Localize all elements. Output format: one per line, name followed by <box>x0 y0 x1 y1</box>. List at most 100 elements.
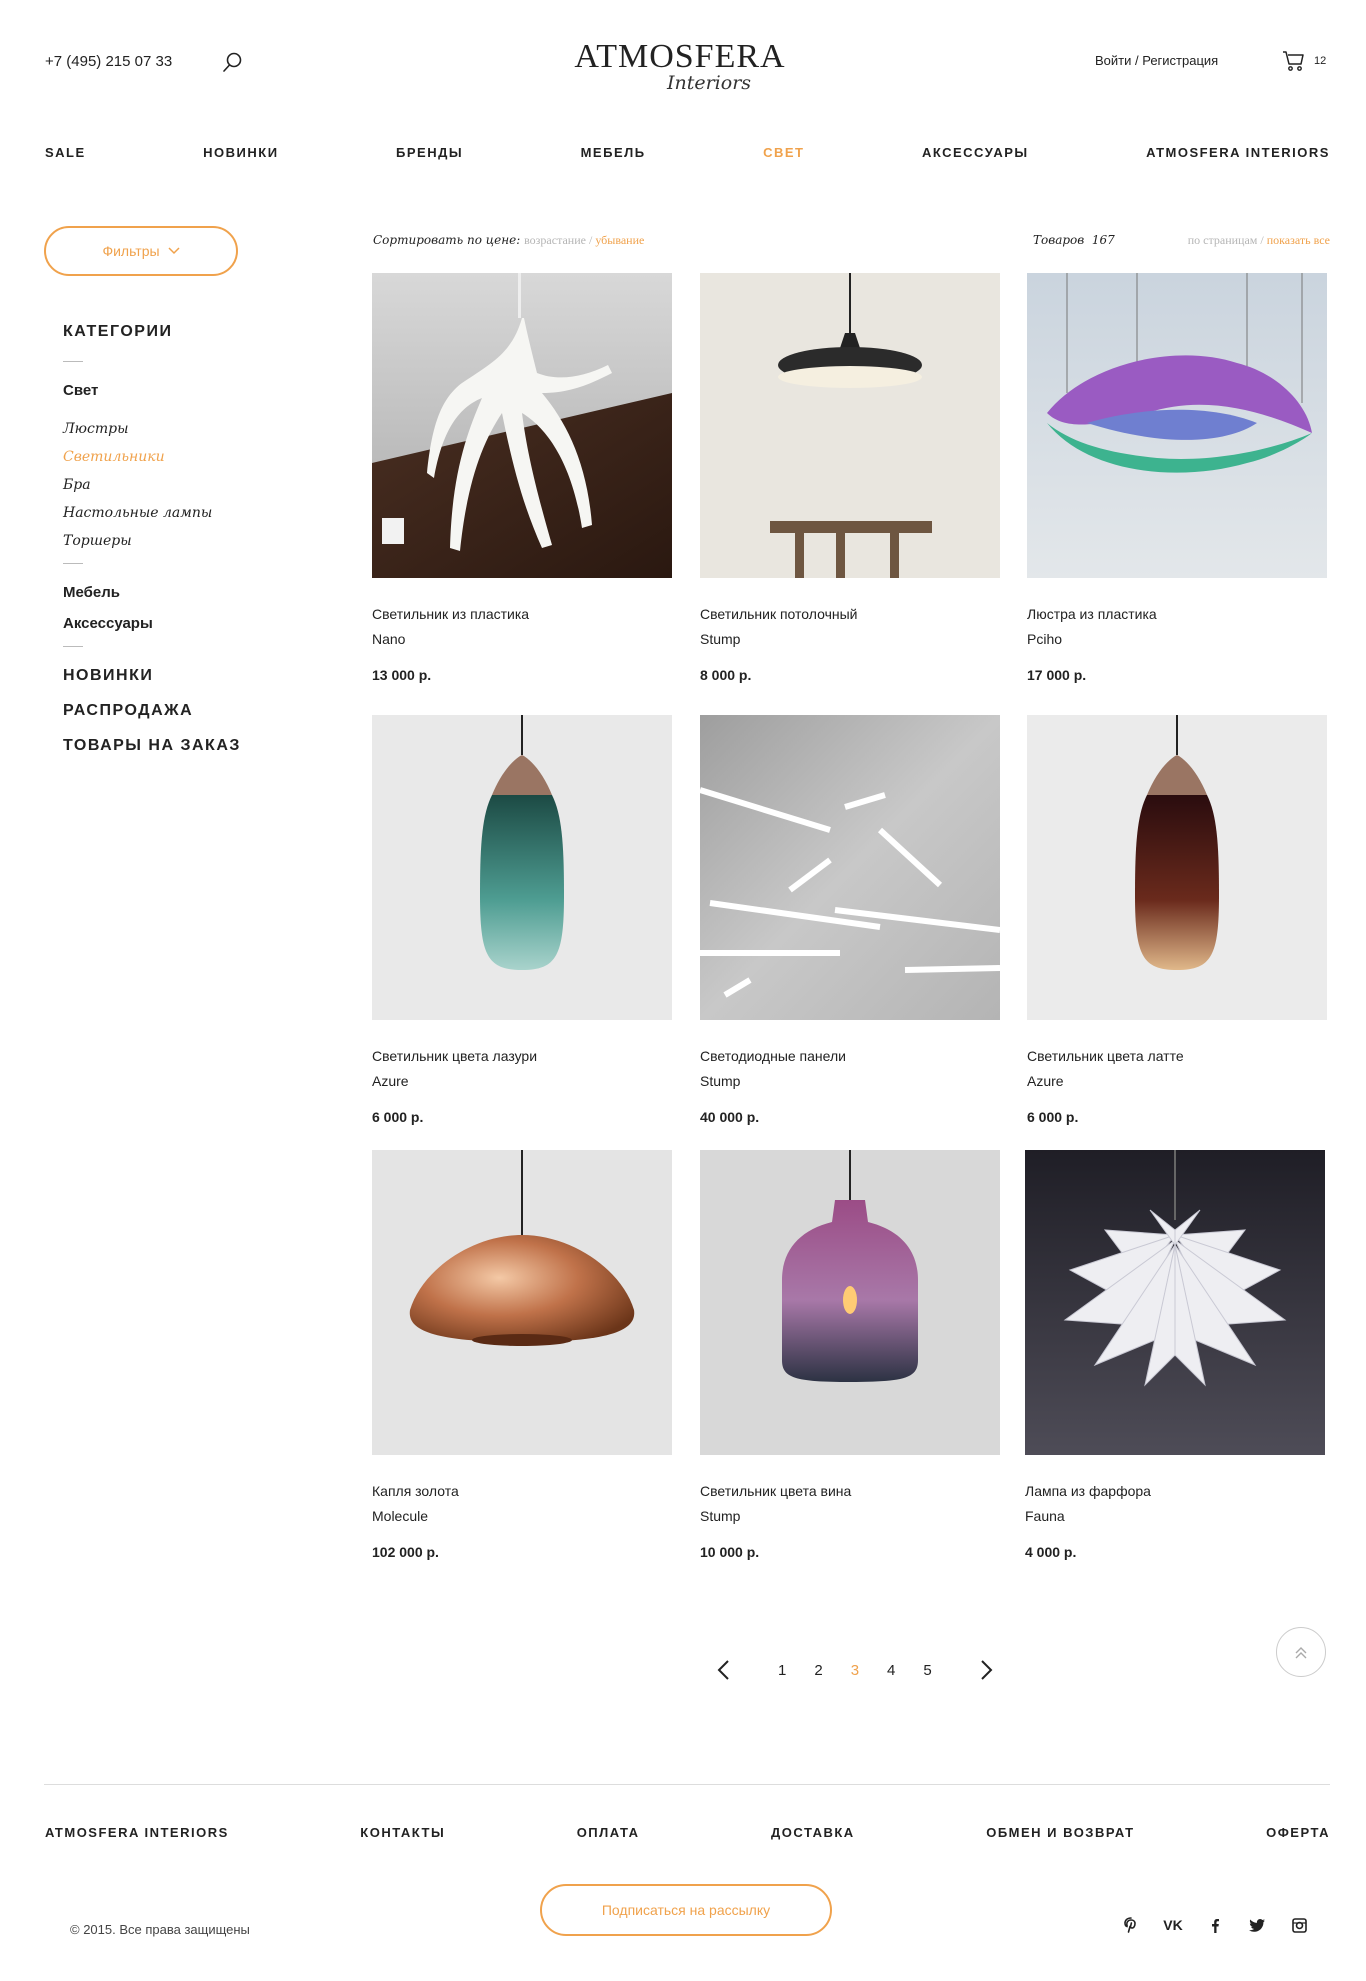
product-brand[interactable]: Stump <box>700 1508 1000 1524</box>
product-brand[interactable]: Nano <box>372 631 672 647</box>
product-card[interactable]: Светильник цвета лазури Azure 6 000 р. <box>372 715 672 1125</box>
logo-script-text: Interiors <box>666 72 752 94</box>
product-image[interactable] <box>372 273 672 578</box>
count-label: Товаров <box>1033 233 1085 247</box>
product-image[interactable] <box>372 1150 672 1455</box>
logo[interactable]: ATMOSFERA Interiors <box>560 40 800 95</box>
product-brand[interactable]: Pciho <box>1027 631 1327 647</box>
product-card[interactable]: Светильник цвета латте Azure 6 000 р. <box>1027 715 1327 1125</box>
sidebar-item-light[interactable]: Свет <box>63 382 293 399</box>
sort-asc-link[interactable]: возрастание <box>524 233 586 247</box>
footer-link-contacts[interactable]: КОНТАКТЫ <box>360 1825 445 1840</box>
sidebar-subitem-table-lamps[interactable]: Настольные лампы <box>63 505 293 521</box>
sidebar-item-sale[interactable]: РАСПРОДАЖА <box>63 702 293 720</box>
nav-furniture[interactable]: МЕБЕЛЬ <box>581 145 646 160</box>
product-title[interactable]: Светильник цвета вина <box>700 1483 1000 1499</box>
auth-label[interactable]: Войти / Регистрация <box>1095 53 1218 68</box>
page-2[interactable]: 2 <box>814 1662 822 1679</box>
product-card[interactable]: Лампа из фарфора Fauna 4 000 р. <box>1025 1150 1325 1560</box>
sidebar-subitem-chandeliers[interactable]: Люстры <box>63 421 293 437</box>
count-value: 167 <box>1091 233 1115 247</box>
product-title[interactable]: Светодиодные панели <box>700 1048 1000 1064</box>
per-page-link[interactable]: по страницам <box>1188 233 1258 247</box>
product-title[interactable]: Светильник потолочный <box>700 606 1000 622</box>
sort-desc-link[interactable]: убывание <box>595 233 644 247</box>
product-image[interactable] <box>372 715 672 1020</box>
page-4[interactable]: 4 <box>887 1662 895 1679</box>
footer-link-delivery[interactable]: ДОСТАВКА <box>771 1825 855 1840</box>
nav-light[interactable]: СВЕТ <box>763 145 804 160</box>
sidebar-subitem-floor-lamps[interactable]: Торшеры <box>63 533 293 549</box>
product-image[interactable] <box>700 1150 1000 1455</box>
facebook-icon[interactable] <box>1194 1918 1236 1933</box>
sidebar-item-furniture[interactable]: Мебель <box>63 584 293 601</box>
double-chevron-up-icon <box>1295 1647 1307 1659</box>
product-title[interactable]: Люстра из пластика <box>1027 606 1327 622</box>
scroll-to-top-button[interactable] <box>1276 1627 1326 1677</box>
page-5[interactable]: 5 <box>923 1662 931 1679</box>
chevron-left-icon[interactable] <box>712 1658 736 1682</box>
cart-icon <box>1283 51 1304 71</box>
product-card[interactable]: Люстра из пластика Pciho 17 000 р. <box>1027 273 1327 683</box>
product-brand[interactable]: Azure <box>1027 1073 1327 1089</box>
show-all-link[interactable]: показать все <box>1267 233 1330 247</box>
product-title[interactable]: Светильник из пластика <box>372 606 672 622</box>
filters-button[interactable]: Фильтры <box>44 226 238 276</box>
product-card[interactable]: Светильник цвета вина Stump 10 000 р. <box>700 1150 1000 1560</box>
sort-label: Сортировать по цене: <box>373 233 521 247</box>
product-card[interactable]: Капля золота Molecule 102 000 р. <box>372 1150 672 1560</box>
product-price: 13 000 р. <box>372 667 432 683</box>
sidebar-item-custom-order[interactable]: ТОВАРЫ НА ЗАКАЗ <box>63 737 293 755</box>
product-image[interactable] <box>700 273 1000 578</box>
footer-link-about[interactable]: ATMOSFERA INTERIORS <box>45 1825 229 1840</box>
sidebar-item-accessories[interactable]: Аксессуары <box>63 615 293 632</box>
product-image[interactable] <box>1027 273 1327 578</box>
footer-link-returns[interactable]: ОБМЕН И ВОЗВРАТ <box>986 1825 1134 1840</box>
footer-link-payment[interactable]: ОПЛАТА <box>577 1825 640 1840</box>
subscribe-button[interactable]: Подписаться на рассылку <box>540 1884 832 1936</box>
product-title[interactable]: Светильник цвета лазури <box>372 1048 672 1064</box>
product-count: Товаров 167 <box>1033 233 1115 247</box>
product-image[interactable] <box>700 715 1000 1020</box>
product-brand[interactable]: Azure <box>372 1073 672 1089</box>
sidebar-subitem-sconces[interactable]: Бра <box>63 477 293 493</box>
divider <box>63 361 83 362</box>
search-icon[interactable] <box>222 51 244 73</box>
product-brand[interactable]: Stump <box>700 631 1000 647</box>
nav-accessories[interactable]: АКСЕССУАРЫ <box>922 145 1029 160</box>
product-brand[interactable]: Molecule <box>372 1508 672 1524</box>
vk-icon[interactable]: VK <box>1152 1917 1194 1933</box>
product-brand[interactable]: Fauna <box>1025 1508 1325 1524</box>
nav-brands[interactable]: БРЕНДЫ <box>396 145 463 160</box>
product-image[interactable] <box>1027 715 1327 1020</box>
chevron-right-icon[interactable] <box>974 1658 998 1682</box>
nav-atmosfera-interiors[interactable]: ATMOSFERA INTERIORS <box>1146 145 1330 160</box>
product-card[interactable]: Светодиодные панели Stump 40 000 р. <box>700 715 1000 1125</box>
sidebar-subitem-lamps[interactable]: Светильники <box>63 449 293 465</box>
phone-number[interactable]: +7 (495) 215 07 33 <box>45 53 172 70</box>
product-card[interactable]: Светильник из пластика Nano 13 000 р. <box>372 273 672 683</box>
cart-button[interactable]: 12 <box>1282 50 1326 72</box>
product-title[interactable]: Светильник цвета латте <box>1027 1048 1327 1064</box>
product-price: 17 000 р. <box>1027 667 1087 683</box>
social-links: VK <box>1110 1917 1320 1933</box>
product-image[interactable] <box>1025 1150 1325 1455</box>
nav-new[interactable]: НОВИНКИ <box>203 145 278 160</box>
page-1[interactable]: 1 <box>778 1662 786 1679</box>
nav-sale[interactable]: SALE <box>45 145 86 160</box>
product-title[interactable]: Капля золота <box>372 1483 672 1499</box>
per-page-toggle: по страницам / показать все <box>1188 233 1330 248</box>
sidebar-item-new[interactable]: НОВИНКИ <box>63 667 293 685</box>
filters-label: Фильтры <box>102 243 160 259</box>
product-brand[interactable]: Stump <box>700 1073 1000 1089</box>
product-card[interactable]: Светильник потолочный Stump 8 000 р. <box>700 273 1000 683</box>
pinterest-icon[interactable] <box>1110 1917 1152 1933</box>
instagram-icon[interactable] <box>1278 1917 1320 1933</box>
product-price: 6 000 р. <box>372 1109 424 1125</box>
twitter-icon[interactable] <box>1236 1918 1278 1932</box>
footer-link-offer[interactable]: ОФЕРТА <box>1266 1825 1330 1840</box>
auth-link[interactable]: Войти / Регистрация <box>1095 53 1218 68</box>
product-title[interactable]: Лампа из фарфора <box>1025 1483 1325 1499</box>
page-3[interactable]: 3 <box>851 1662 859 1679</box>
copyright: © 2015. Все права защищены <box>70 1922 250 1937</box>
